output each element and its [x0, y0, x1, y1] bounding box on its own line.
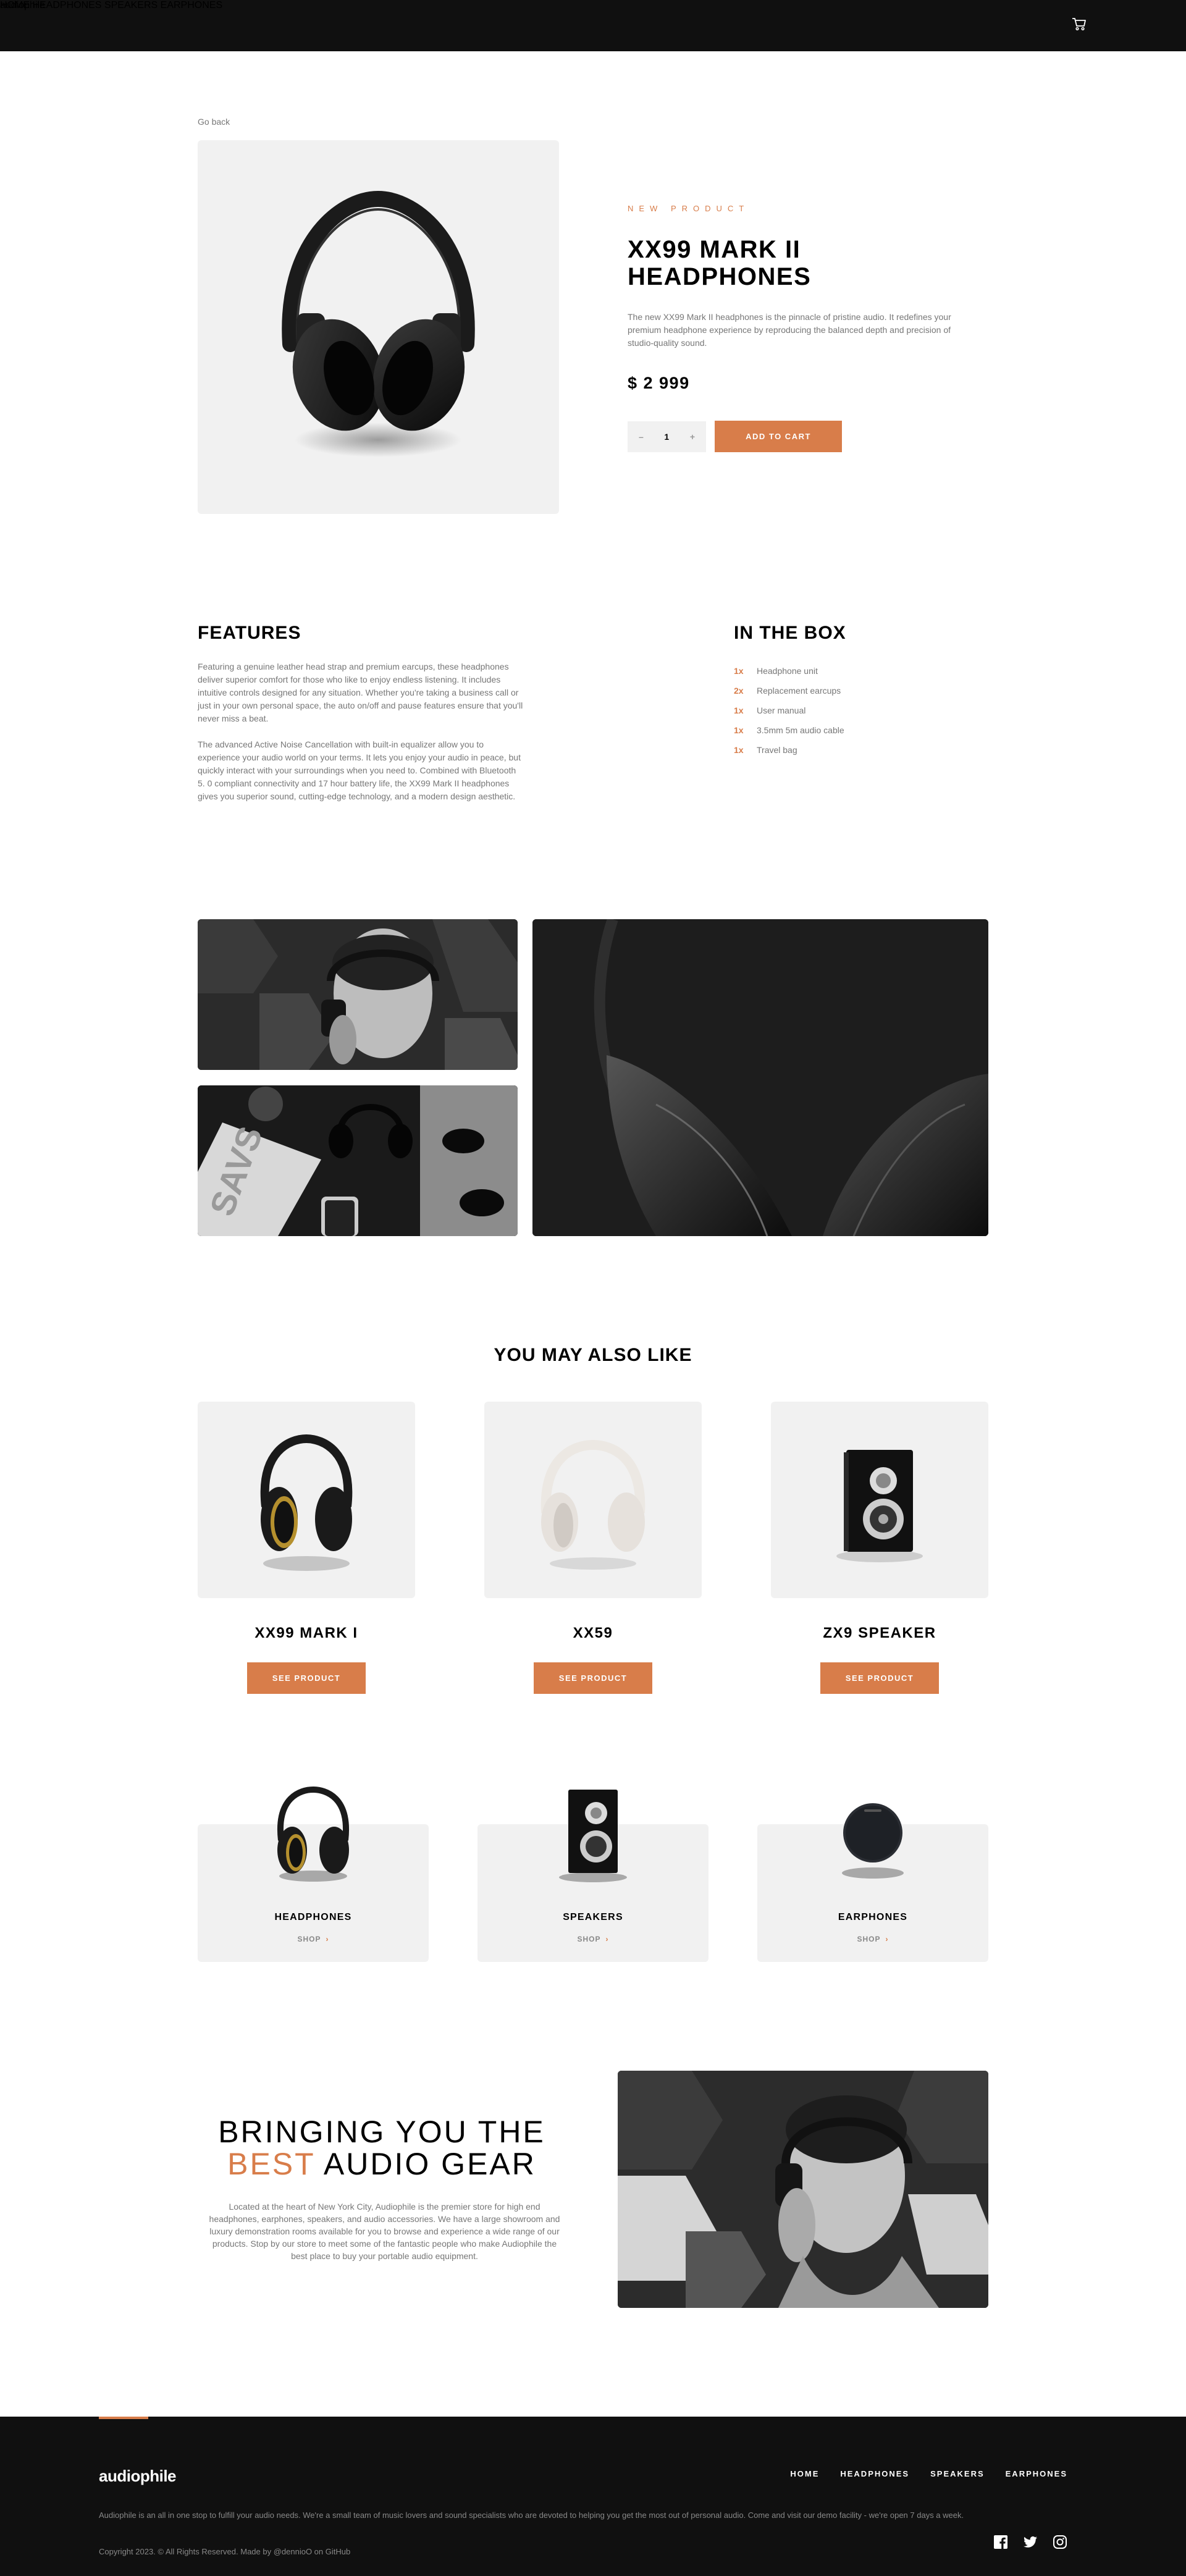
- shop-label: SHOP: [297, 1935, 321, 1943]
- about-title-accent: BEST: [227, 2147, 315, 2181]
- footer-nav-speakers[interactable]: SPEAKERS: [930, 2469, 985, 2478]
- category-name: EARPHONES: [838, 1912, 908, 1922]
- footer-description: Audiophile is an all in one stop to fulf…: [99, 2511, 964, 2520]
- item-quantity: 1x: [734, 725, 744, 735]
- quantity-value: 1: [664, 432, 670, 442]
- features-title: FEATURES: [198, 623, 301, 643]
- related-product-name: ZX9 SPEAKER: [823, 1625, 936, 1641]
- product-description: The new XX99 Mark II headphones is the p…: [628, 312, 951, 348]
- header-divider: [0, 0, 1186, 1]
- about-title-line1: BRINGING YOU THE: [218, 2115, 545, 2149]
- see-product-button[interactable]: SEE PRODUCT: [247, 1662, 366, 1694]
- item-name: User manual: [757, 705, 806, 715]
- gallery-image-flatlay: SAVS: [198, 1085, 518, 1236]
- headphones-image: [282, 190, 475, 457]
- category-name: SPEAKERS: [563, 1912, 623, 1922]
- facebook-icon[interactable]: [993, 2535, 1008, 2549]
- item-quantity: 2x: [734, 686, 744, 696]
- you-may-also-like-title: YOU MAY ALSO LIKE: [494, 1345, 692, 1365]
- related-product-name: XX99 MARK I: [254, 1625, 358, 1641]
- footer-nav-earphones[interactable]: EARPHONES: [1006, 2469, 1067, 2478]
- related-product-image: [198, 1402, 415, 1598]
- about-title-rest: AUDIO GEAR: [314, 2147, 536, 2181]
- nav-earphones[interactable]: EARPHONES: [161, 0, 222, 11]
- item-name: Travel bag: [757, 745, 797, 755]
- product-eyebrow: NEW PRODUCT: [628, 204, 750, 213]
- quantity-stepper: – 1 +: [628, 421, 706, 452]
- item-name: Replacement earcups: [757, 686, 841, 696]
- add-to-cart-button[interactable]: ADD TO CART: [715, 421, 842, 452]
- see-product-button[interactable]: SEE PRODUCT: [534, 1662, 652, 1694]
- footer-nav: HOME HEADPHONES SPEAKERS EARPHONES: [790, 2469, 1067, 2478]
- footer-logo[interactable]: audiophile: [99, 2467, 177, 2486]
- see-product-button[interactable]: SEE PRODUCT: [820, 1662, 939, 1694]
- in-the-box-list: 1x Headphone unit 2x Replacement earcups 1…: [734, 661, 844, 760]
- go-back-link[interactable]: Go back: [198, 117, 230, 127]
- gallery-image-man-listening: [198, 919, 518, 1070]
- cart-icon[interactable]: [1072, 17, 1087, 31]
- twitter-icon[interactable]: [1023, 2535, 1038, 2549]
- product-price: $ 2 999: [628, 374, 690, 392]
- item-name: Headphone unit: [757, 666, 818, 676]
- related-product-image: [484, 1402, 702, 1598]
- list-item: 1x Travel bag: [734, 740, 844, 760]
- footer-copyright: Copyright 2023. © All Rights Reserved. M…: [99, 2547, 351, 2556]
- category-headphones-image: [277, 1786, 350, 1882]
- chevron-right-icon: ›: [605, 1935, 609, 1943]
- shop-label: SHOP: [857, 1935, 881, 1943]
- item-quantity: 1x: [734, 666, 744, 676]
- list-item: 2x Replacement earcups: [734, 681, 844, 701]
- category-earphones-image: [842, 1803, 904, 1879]
- category-name: HEADPHONES: [274, 1912, 352, 1922]
- shop-label: SHOP: [577, 1935, 601, 1943]
- shop-link[interactable]: SHOP ›: [757, 1935, 988, 1943]
- related-product-image: [771, 1402, 988, 1598]
- nav-home[interactable]: HOME: [0, 0, 30, 11]
- gallery-image-headphones-closeup: [532, 919, 988, 1236]
- shop-link[interactable]: SHOP ›: [198, 1935, 429, 1943]
- category-speakers-image: [559, 1790, 627, 1882]
- about-image-man-with-headphones: [618, 2071, 988, 2308]
- footer-nav-headphones[interactable]: HEADPHONES: [840, 2469, 909, 2478]
- about-title: BRINGING YOU THE BEST AUDIO GEAR: [198, 2116, 566, 2180]
- footer-accent-bar: [99, 2417, 148, 2419]
- nav-speakers[interactable]: SPEAKERS: [104, 0, 158, 11]
- list-item: 1x Headphone unit: [734, 661, 844, 681]
- features-paragraph: The advanced Active Noise Cancellation w…: [198, 739, 521, 801]
- product-image: [198, 140, 559, 514]
- nav-headphones[interactable]: HEADPHONES: [32, 0, 101, 11]
- list-item: 1x User manual: [734, 701, 844, 720]
- quantity-increment-button[interactable]: +: [690, 432, 695, 442]
- in-the-box-title: IN THE BOX: [734, 623, 846, 643]
- related-product-name: XX59: [573, 1625, 613, 1641]
- header-nav: HOME HEADPHONES SPEAKERS EARPHONES: [0, 0, 1186, 11]
- footer-nav-home[interactable]: HOME: [790, 2469, 819, 2478]
- product-title: XX99 MARK II HEADPHONES: [628, 236, 812, 290]
- item-name: 3.5mm 5m audio cable: [757, 725, 844, 735]
- about-text: Located at the heart of New York City, A…: [209, 2202, 560, 2261]
- instagram-icon[interactable]: [1053, 2535, 1067, 2549]
- item-quantity: 1x: [734, 705, 744, 715]
- about-title-line2: BEST AUDIO GEAR: [198, 2148, 566, 2180]
- quantity-decrement-button[interactable]: –: [639, 432, 644, 442]
- item-quantity: 1x: [734, 745, 744, 755]
- chevron-right-icon: ›: [326, 1935, 329, 1943]
- list-item: 1x 3.5mm 5m audio cable: [734, 720, 844, 740]
- features-text: Featuring a genuine leather head strap a…: [198, 660, 525, 816]
- shop-link[interactable]: SHOP ›: [477, 1935, 709, 1943]
- chevron-right-icon: ›: [885, 1935, 889, 1943]
- features-paragraph: Featuring a genuine leather head strap a…: [198, 662, 523, 723]
